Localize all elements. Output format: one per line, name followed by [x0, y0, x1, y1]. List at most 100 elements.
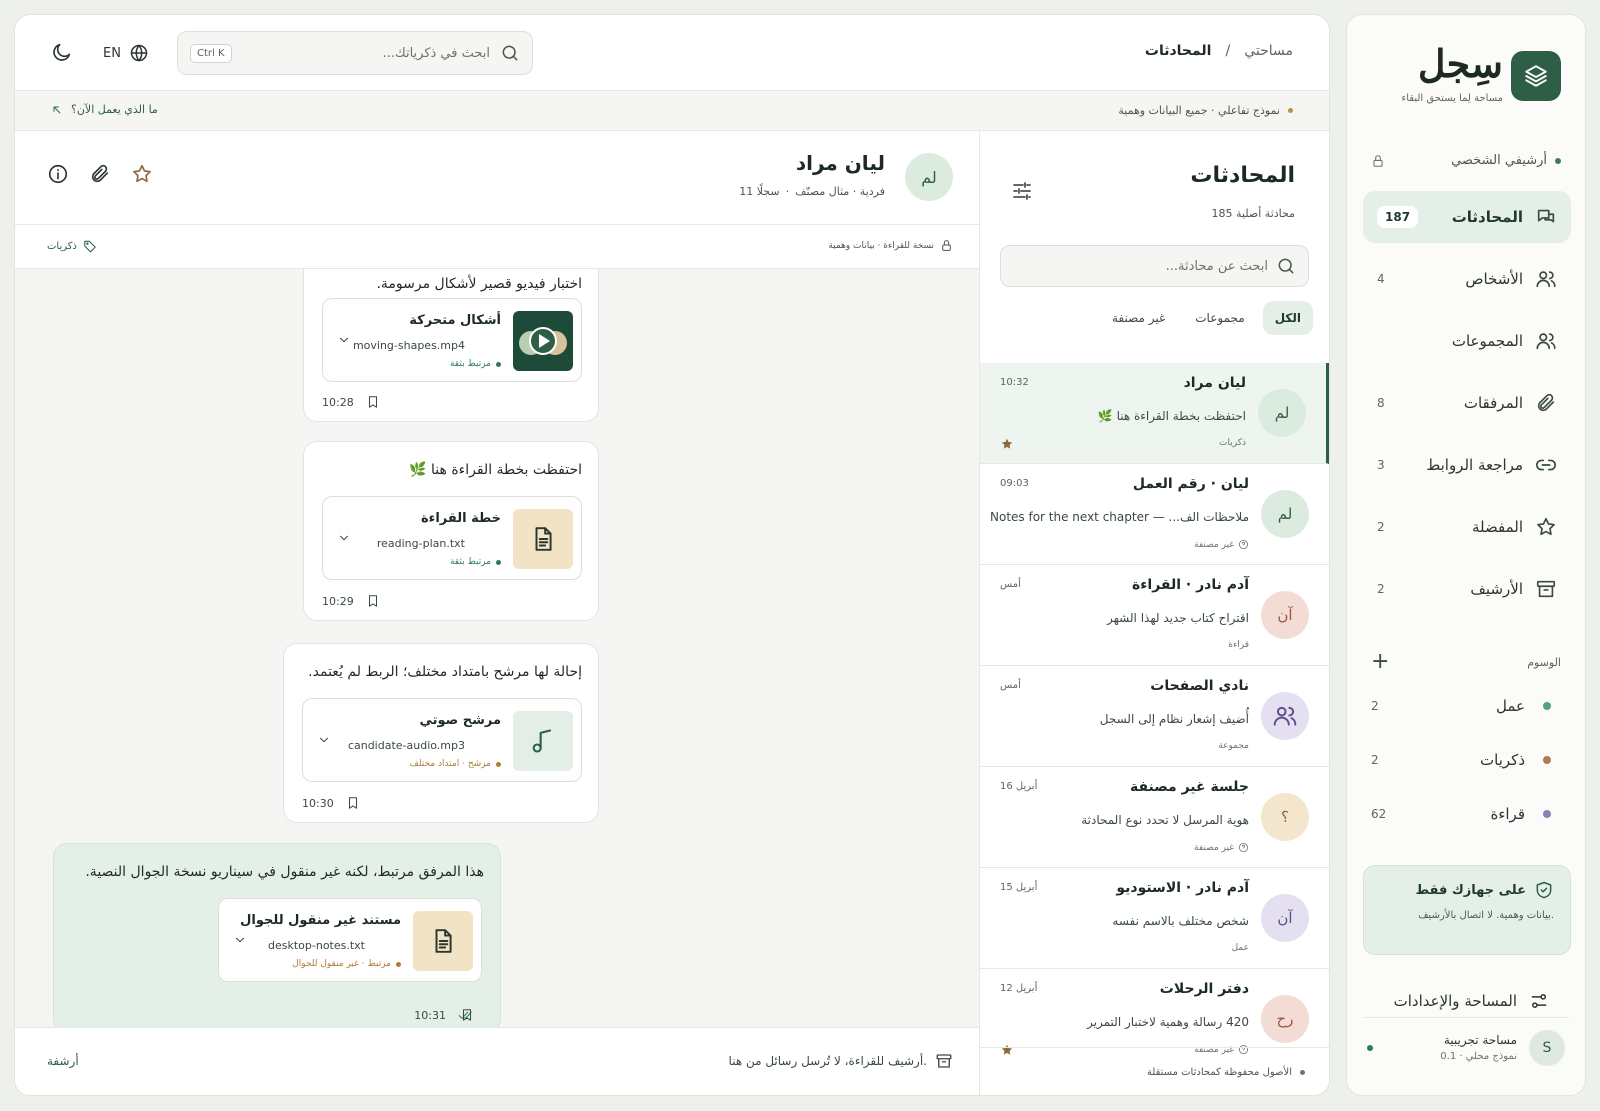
whats-working-link[interactable]: ما الذي يعمل الآن؟ — [51, 103, 158, 116]
meta-separator: · — [785, 185, 790, 198]
sidebar-item-favorites[interactable]: المفضلة 2 — [1363, 501, 1571, 553]
filter-button[interactable] — [1010, 179, 1034, 203]
footer-dot — [1300, 1070, 1305, 1075]
chat-subheader: نسخة للقراءة · بيانات وهمية ذكريات — [15, 225, 979, 269]
favorite-button[interactable] — [131, 163, 153, 185]
message-footer: 10:29 — [322, 594, 380, 608]
sidebar-item-link-review[interactable]: مراجعة الروابط 3 — [1363, 439, 1571, 491]
conversation-row[interactable]: آن آدم نادر · القراءة اقتراح كتاب جديد ل… — [980, 565, 1329, 666]
chevron-down-icon[interactable] — [233, 933, 247, 947]
sidebar-item-conversations[interactable]: المحادثات 187 — [1363, 191, 1571, 243]
bookmark-icon[interactable] — [460, 1008, 474, 1022]
conversation-row[interactable]: آن آدم نادر · الاستوديو شخص مختلف بالاسم… — [980, 868, 1329, 969]
conversation-name: دفتر الرحلات — [1159, 981, 1249, 997]
sidebar: سِجل مساحة لِما يستحق البقاء أرشيفي الشخ… — [1346, 14, 1586, 1096]
bookmark-icon[interactable] — [346, 796, 360, 810]
tab-all[interactable]: الكل — [1262, 301, 1313, 335]
conversation-tag: عمل — [1232, 943, 1249, 953]
help-circle-icon — [1238, 842, 1249, 853]
star-icon[interactable] — [1000, 437, 1014, 451]
attachment-status: مرشح · امتداد مختلف — [410, 759, 501, 769]
demo-notice-text: نموذج تفاعلي · جميع البيانات وهمية — [1118, 104, 1280, 117]
archive-button[interactable]: أرشفة — [47, 1054, 79, 1068]
message-bubble: احتفظت بخطة القراءة هنا 🌿 خطة القراءة re… — [303, 441, 599, 621]
document-icon — [413, 911, 473, 971]
attachment-card[interactable]: أشكال متحركة moving-shapes.mp4 مرتبط بثق… — [322, 298, 582, 382]
notice-dot — [1288, 108, 1293, 113]
search-icon — [500, 43, 520, 63]
sidebar-item-people[interactable]: الأشخاص 4 — [1363, 253, 1571, 305]
readonly-note: نسخة للقراءة · بيانات وهمية — [828, 239, 953, 252]
star-icon — [1535, 516, 1557, 538]
sidebar-item-groups[interactable]: المجموعات — [1363, 315, 1571, 367]
global-search-input[interactable] — [231, 45, 490, 61]
settings-label: المساحة والإعدادات — [1393, 992, 1517, 1010]
workspace-switcher[interactable]: S مساحة تجريبية نموذج محلي · 0.1 — [1363, 1017, 1569, 1077]
message-text: إحالة لها مرشح بامتداد مختلف؛ الربط لم ي… — [308, 664, 582, 680]
conversation-tag: ذكريات — [1219, 438, 1246, 448]
conversation-name: آدم نادر · القراءة — [1131, 577, 1249, 593]
chat-tag[interactable]: ذكريات — [47, 239, 97, 253]
status-dot — [396, 961, 401, 967]
attachments-button[interactable] — [89, 163, 111, 185]
sidebar-item-label: الأشخاص — [1465, 270, 1523, 288]
chat-tag-label: ذكريات — [47, 240, 77, 252]
conversation-row[interactable]: نادي الصفحات أُضيف إشعار نظام إلى السجل … — [980, 666, 1329, 767]
attachment-card[interactable]: خطة القراءة reading-plan.txt مرتبط بثقة — [322, 496, 582, 580]
avatar: رح — [1261, 995, 1309, 1043]
settings-link[interactable]: المساحة والإعدادات — [1363, 981, 1569, 1021]
sidebar-tag-reading[interactable]: قراءة 62 — [1371, 805, 1561, 823]
nav-count: 2 — [1377, 582, 1385, 596]
conversation-tag: غير مصنفة — [1194, 842, 1249, 853]
conversation-search[interactable] — [1000, 245, 1309, 287]
message-list: اختبار فيديو قصير لأشكال مرسومة. أشكال م… — [15, 269, 979, 1027]
tag-label: ذكريات — [1480, 751, 1525, 769]
message-time: 10:29 — [322, 594, 354, 608]
conversation-row[interactable]: ؟ جلسة غير مصنفة هوية المرسل لا تحدد نوع… — [980, 767, 1329, 868]
global-search[interactable]: Ctrl K — [177, 31, 533, 75]
conversation-time: 15 أبريل — [1000, 882, 1038, 893]
chevron-down-icon[interactable] — [337, 333, 351, 347]
avatar: لم — [1261, 490, 1309, 538]
tab-groups[interactable]: مجموعات — [1183, 301, 1256, 335]
sidebar-item-attachments[interactable]: المرفقات 8 — [1363, 377, 1571, 429]
chevron-down-icon[interactable] — [337, 531, 351, 545]
local-only-title: على جهازك فقط — [1380, 880, 1554, 900]
theme-toggle[interactable] — [51, 41, 73, 63]
attachment-card[interactable]: مستند غير منقول للجوال desktop-notes.txt… — [218, 898, 482, 982]
conversation-row[interactable]: لم ليان · رقم العمل ملاحظات الف... — Not… — [980, 464, 1329, 565]
personal-archive[interactable]: أرشيفي الشخصي — [1371, 153, 1561, 168]
language-switcher[interactable]: EN — [103, 43, 149, 63]
conversation-row[interactable]: لم ليان مراد احتفظت بخطة القراءة هنا 🌿 ذ… — [980, 363, 1329, 464]
readonly-note-text: نسخة للقراءة · بيانات وهمية — [828, 240, 934, 251]
chat-header: لم ليان مراد فردية · مثال مصنّف · 11 سجل… — [15, 131, 979, 225]
tag-color-dot — [1543, 810, 1551, 818]
attachment-card[interactable]: مرشح صوتي candidate-audio.mp3 مرشح · امت… — [302, 698, 582, 782]
message-text: اختبار فيديو قصير لأشكال مرسومة. — [376, 276, 582, 292]
bookmark-icon[interactable] — [366, 395, 380, 409]
chat-title: ليان مراد — [795, 151, 885, 175]
sidebar-tag-work[interactable]: عمل 2 — [1371, 697, 1561, 715]
attachment-name: خطة القراءة — [421, 511, 501, 526]
conversation-time: 09:03 — [1000, 478, 1029, 489]
language-label: EN — [103, 45, 121, 61]
attachment-status-text: مرتبط · غير منقول للجوال — [292, 959, 391, 969]
conversation-preview: اقتراح كتاب جديد لهذا الشهر — [1107, 611, 1249, 625]
message-text: احتفظت بخطة القراءة هنا 🌿 — [409, 462, 582, 478]
sidebar-tag-memories[interactable]: ذكريات 2 — [1371, 751, 1561, 769]
chevron-down-icon[interactable] — [317, 733, 331, 747]
nav-count: 3 — [1377, 458, 1385, 472]
tag-count: 2 — [1371, 753, 1379, 767]
sidebar-item-archive[interactable]: الأرشيف 2 — [1363, 563, 1571, 615]
tab-uncategorized[interactable]: غير مصنفة — [1100, 301, 1177, 335]
logo-icon — [1511, 51, 1561, 101]
main-panel: مساحتي / المحادثات Ctrl K EN نموذج تفاعل… — [14, 14, 1330, 1096]
breadcrumb-item[interactable]: مساحتي — [1244, 43, 1293, 59]
sidebar-item-label: المرفقات — [1463, 394, 1523, 412]
add-tag-button[interactable]: + — [1371, 651, 1389, 673]
conversation-search-input[interactable] — [1013, 258, 1268, 274]
info-button[interactable] — [47, 163, 69, 185]
demo-notice: نموذج تفاعلي · جميع البيانات وهمية — [1118, 104, 1293, 117]
bookmark-icon[interactable] — [366, 594, 380, 608]
tag-count: 2 — [1371, 699, 1379, 713]
